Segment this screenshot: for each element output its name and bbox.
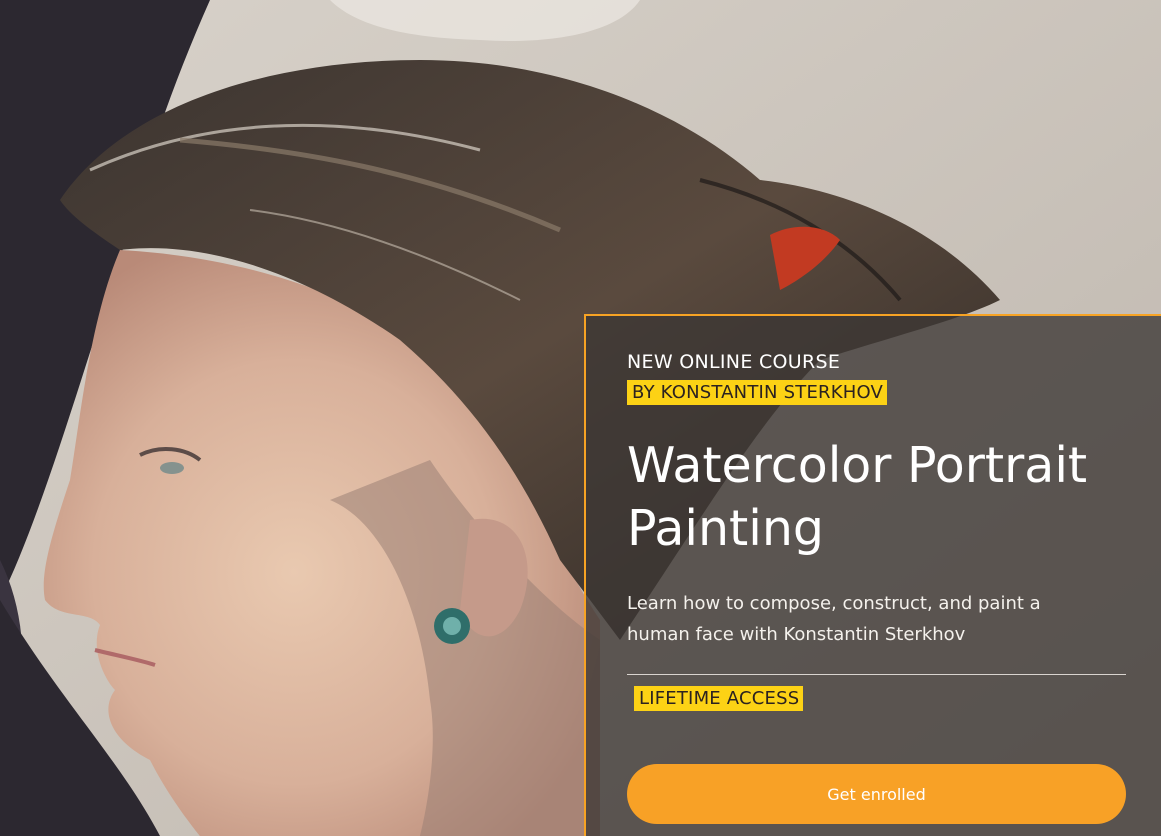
hero-section: NEW ONLINE COURSE BY KONSTANTIN STERKHOV… [0, 0, 1161, 836]
divider [627, 674, 1126, 675]
course-info-card: NEW ONLINE COURSE BY KONSTANTIN STERKHOV… [584, 314, 1161, 836]
author-tag: BY KONSTANTIN STERKHOV [627, 380, 888, 405]
course-description: Learn how to compose, construct, and pai… [627, 593, 1041, 645]
get-enrolled-button[interactable]: Get enrolled [627, 764, 1126, 824]
lifetime-access-tag: LIFETIME ACCESS [634, 686, 804, 711]
course-title: Watercolor Portrait Painting [627, 437, 1088, 557]
eyebrow-text: NEW ONLINE COURSE [627, 351, 841, 373]
